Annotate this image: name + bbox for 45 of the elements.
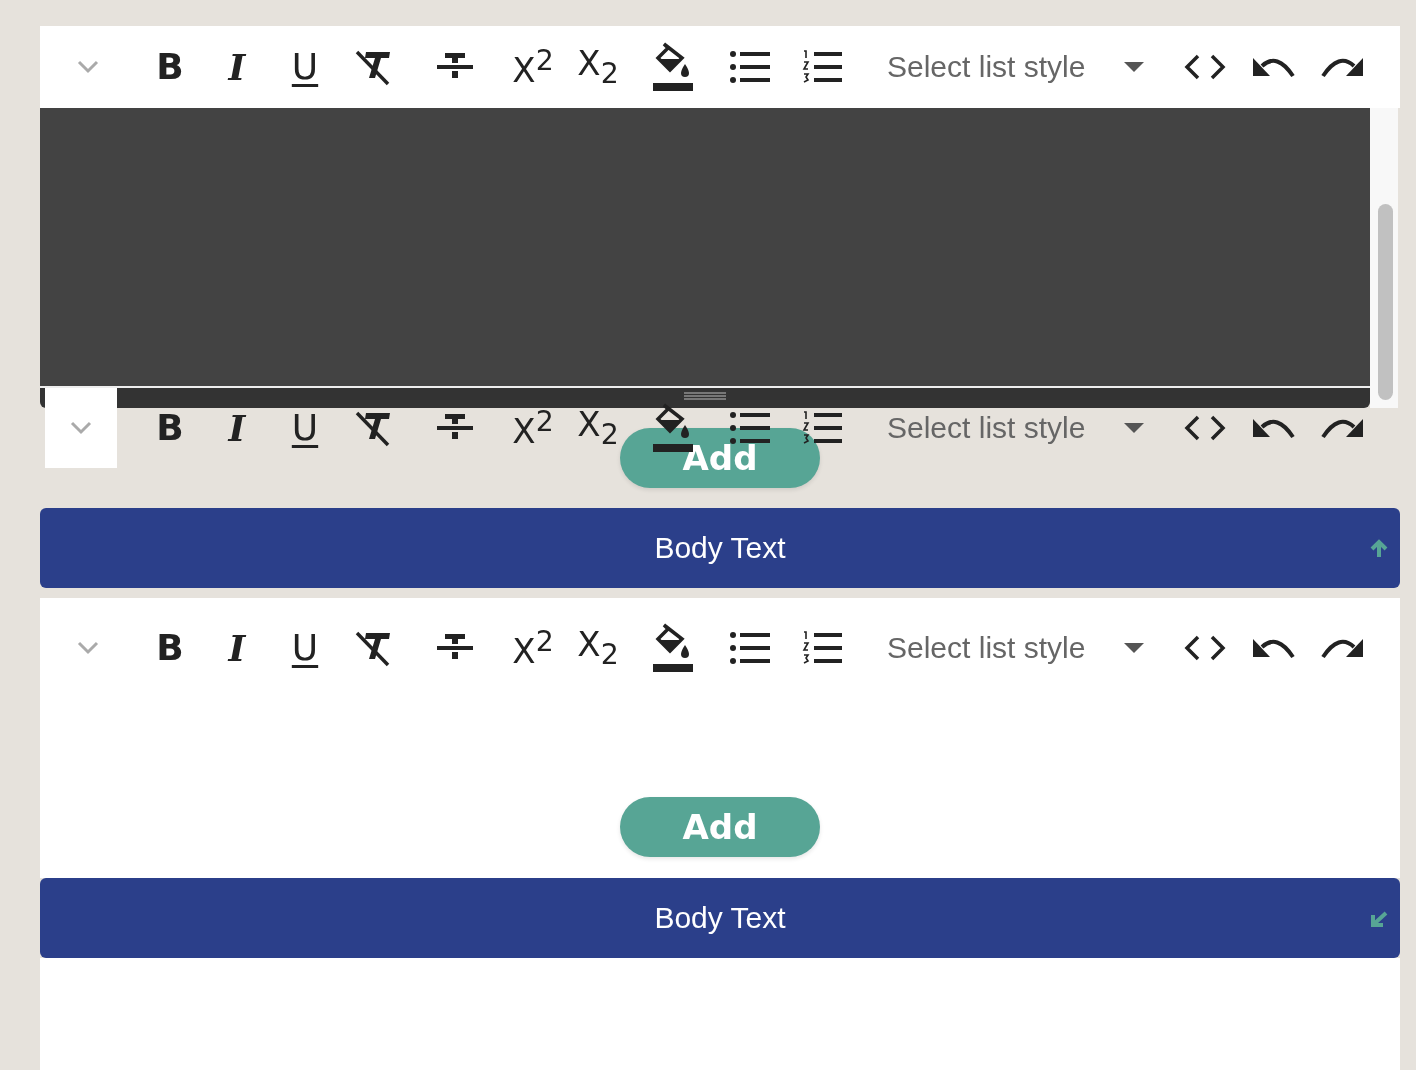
subscript-button[interactable]: X$_{2}$: [577, 626, 619, 670]
code-icon[interactable]: [1184, 635, 1226, 661]
bullet-list-icon[interactable]: [730, 51, 770, 83]
chevron-down-icon: [70, 421, 92, 435]
section-title: Body Text: [654, 531, 786, 565]
italic-button[interactable]: I: [228, 630, 246, 666]
italic-button[interactable]: I: [228, 410, 246, 446]
numbered-list-icon[interactable]: [802, 411, 842, 445]
arrow-up-icon[interactable]: [1369, 539, 1389, 559]
caret-down-icon: [1124, 62, 1144, 72]
italic-button[interactable]: I: [228, 49, 246, 85]
superscript-button[interactable]: X$^{2}$: [512, 407, 554, 449]
section-header-bar[interactable]: Body Text: [40, 878, 1400, 958]
clear-format-icon[interactable]: [354, 48, 392, 86]
caret-down-icon: [1124, 643, 1144, 653]
underline-button[interactable]: U: [291, 630, 319, 666]
bullet-list-icon[interactable]: [730, 632, 770, 664]
numbered-list-icon[interactable]: [802, 631, 842, 665]
resize-grip-icon[interactable]: [684, 392, 726, 400]
paint-bucket-icon[interactable]: [652, 42, 694, 92]
code-icon[interactable]: [1184, 54, 1226, 80]
bold-button[interactable]: B: [156, 49, 184, 85]
bold-button[interactable]: B: [156, 630, 184, 666]
resize-bar[interactable]: [40, 386, 1370, 408]
list-style-select[interactable]: Select list style: [856, 408, 1170, 448]
underline-button[interactable]: U: [291, 49, 319, 85]
superscript-button[interactable]: X$^{2}$: [512, 627, 554, 669]
underline-button[interactable]: U: [291, 410, 319, 446]
section-title: Body Text: [654, 901, 786, 935]
subscript-button[interactable]: X$_{2}$: [577, 45, 619, 89]
list-style-select[interactable]: Select list style: [856, 628, 1170, 668]
list-style-select[interactable]: Select list style: [856, 47, 1170, 87]
paint-bucket-icon[interactable]: [652, 623, 694, 673]
caret-down-icon: [1124, 423, 1144, 433]
bullet-list-icon[interactable]: [730, 412, 770, 444]
scrollbar[interactable]: [1370, 108, 1398, 408]
bold-button[interactable]: B: [156, 410, 184, 446]
clear-format-icon[interactable]: [354, 629, 392, 667]
code-icon[interactable]: [1184, 415, 1226, 441]
section-header-bar[interactable]: Body Text: [40, 508, 1400, 588]
clear-format-icon[interactable]: [354, 409, 392, 447]
superscript-button[interactable]: X$^{2}$: [512, 46, 554, 88]
numbered-list-icon[interactable]: [802, 50, 842, 84]
subscript-button[interactable]: X$_{2}$: [577, 406, 619, 450]
arrow-down-left-icon[interactable]: [1369, 909, 1389, 929]
